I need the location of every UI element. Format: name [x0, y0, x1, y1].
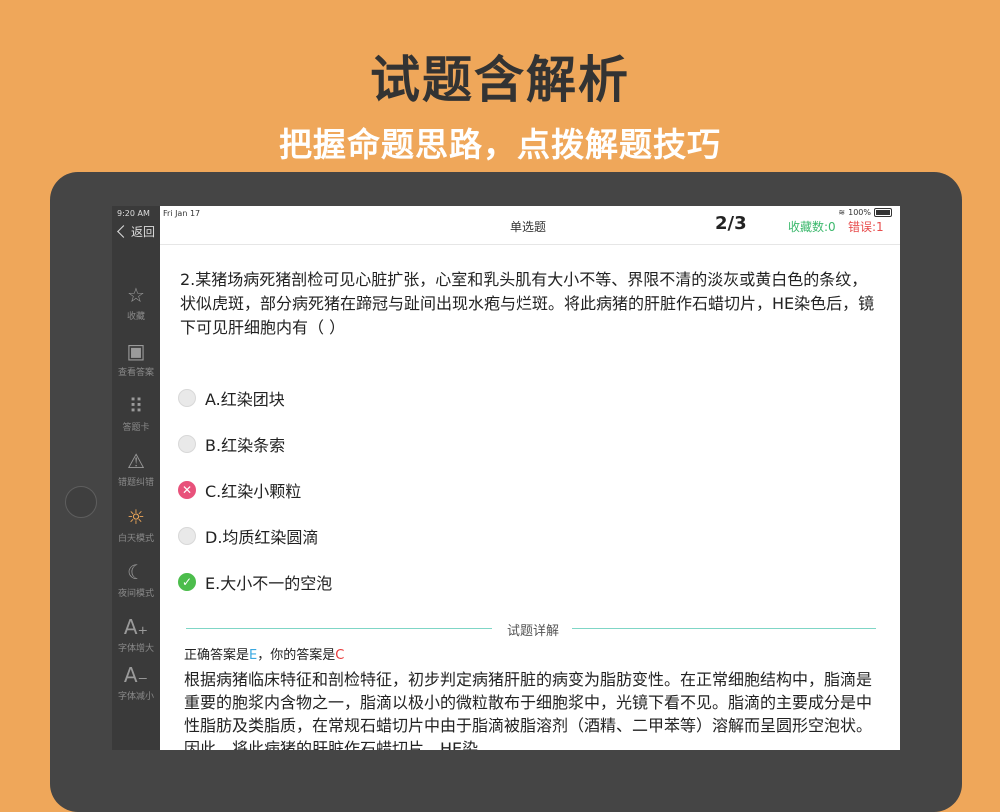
sidebar-item-day-mode[interactable]: ☼ 白天模式 — [112, 504, 160, 544]
app-screen: 9:20 AM 返回 ☆ 收藏 ▣ 查看答案 ⠿ 答题卡 ⚠ 错题纠错 ☼ 白天… — [112, 206, 900, 750]
check-icon: ✓ — [178, 573, 196, 591]
sidebar-item-label: 查看答案 — [117, 368, 154, 378]
banner-title: 试题含解析 — [370, 51, 630, 109]
radio-unselected-icon — [178, 527, 196, 545]
option-a[interactable]: A.红染团块 — [178, 386, 285, 410]
sidebar-item-font-decrease[interactable]: A₋ 字体减小 — [112, 662, 160, 702]
radio-unselected-icon — [178, 435, 196, 453]
question-text: 2.某猪场病死猪剖检可见心脏扩张，心室和乳头肌有大小不等、界限不清的淡灰或黄白色… — [180, 270, 875, 337]
chevron-left-icon — [117, 224, 130, 238]
your-answer: C — [335, 648, 345, 663]
status-date: Fri Jan 17 — [163, 209, 201, 218]
option-c[interactable]: ✕ C.红染小颗粒 — [178, 478, 301, 502]
correct-answer-prefix: 正确答案是 — [184, 648, 250, 663]
banner-subtitle: 把握命题思路，点拨解题技巧 — [279, 125, 721, 164]
option-b[interactable]: B.红染条索 — [178, 432, 285, 456]
question-type: 单选题 — [510, 220, 547, 234]
warning-icon: ⚠ — [127, 449, 145, 473]
cross-icon: ✕ — [178, 481, 196, 499]
sidebar-item-label: 答题卡 — [122, 423, 150, 433]
favorites-count[interactable]: 收藏数:0 — [788, 218, 836, 235]
status-time: 9:20 AM — [117, 209, 150, 218]
font-increase-icon: A₊ — [123, 615, 149, 639]
sidebar-item-answer-card[interactable]: ⠿ 答题卡 — [112, 393, 160, 433]
answer-summary: 正确答案是E，你的答案是C — [184, 644, 344, 663]
font-decrease-icon: A₋ — [123, 663, 149, 687]
system-status: ≋ 100% — [838, 208, 892, 217]
radio-unselected-icon — [178, 389, 196, 407]
top-bar: Fri Jan 17 ≋ 100% 单选题 2/3 收藏数:0 错误:1 — [160, 206, 900, 245]
option-label: E.大小不一的空泡 — [205, 574, 333, 593]
battery-percent: 100% — [848, 208, 871, 217]
sidebar-item-label: 字体增大 — [117, 644, 154, 654]
option-label: B.红染条索 — [205, 436, 286, 455]
moon-icon: ☾ — [127, 560, 145, 584]
sidebar-item-label: 白天模式 — [117, 534, 154, 544]
sidebar-item-view-answer[interactable]: ▣ 查看答案 — [112, 338, 160, 378]
sidebar-item-label: 收藏 — [126, 312, 145, 322]
sidebar-item-font-increase[interactable]: A₊ 字体增大 — [112, 614, 160, 654]
sidebar-item-night-mode[interactable]: ☾ 夜间模式 — [112, 559, 160, 599]
option-e[interactable]: ✓ E.大小不一的空泡 — [178, 570, 332, 594]
sun-icon: ☼ — [127, 505, 145, 529]
home-button — [65, 486, 97, 518]
option-label: D.均质红染圆滴 — [205, 528, 319, 547]
option-d[interactable]: D.均质红染圆滴 — [178, 524, 318, 548]
sidebar-item-label: 错题纠错 — [117, 478, 154, 488]
wifi-icon: ≋ — [838, 208, 846, 217]
option-label: C.红染小颗粒 — [205, 482, 302, 501]
divider-left — [186, 628, 492, 629]
your-answer-prefix: ，你的答案是 — [257, 648, 336, 663]
back-label: 返回 — [131, 224, 156, 239]
back-button[interactable]: 返回 — [115, 220, 159, 242]
sidebar-item-report-error[interactable]: ⚠ 错题纠错 — [112, 448, 160, 488]
divider-right — [572, 628, 876, 629]
question-progress: 2/3 — [715, 213, 747, 234]
analysis-text: 根据病猪临床特征和剖检特征，初步判定病猪肝脏的病变为脂肪变性。在正常细胞结构中，… — [184, 670, 873, 750]
star-icon: ☆ — [127, 283, 145, 307]
battery-icon — [874, 208, 892, 217]
analysis-section-title: 试题详解 — [506, 624, 559, 639]
sidebar-item-label: 夜间模式 — [117, 589, 154, 599]
sidebar-item-favorite[interactable]: ☆ 收藏 — [112, 282, 160, 322]
sidebar: 9:20 AM 返回 ☆ 收藏 ▣ 查看答案 ⠿ 答题卡 ⚠ 错题纠错 ☼ 白天… — [112, 206, 160, 750]
monitor-icon: ▣ — [126, 339, 146, 363]
grid-icon: ⠿ — [128, 394, 144, 418]
main-content: Fri Jan 17 ≋ 100% 单选题 2/3 收藏数:0 错误:1 2.某… — [160, 206, 900, 750]
sidebar-item-label: 字体减小 — [117, 692, 154, 702]
correct-answer: E — [249, 648, 258, 663]
option-label: A.红染团块 — [205, 390, 285, 409]
errors-count[interactable]: 错误:1 — [848, 218, 884, 235]
